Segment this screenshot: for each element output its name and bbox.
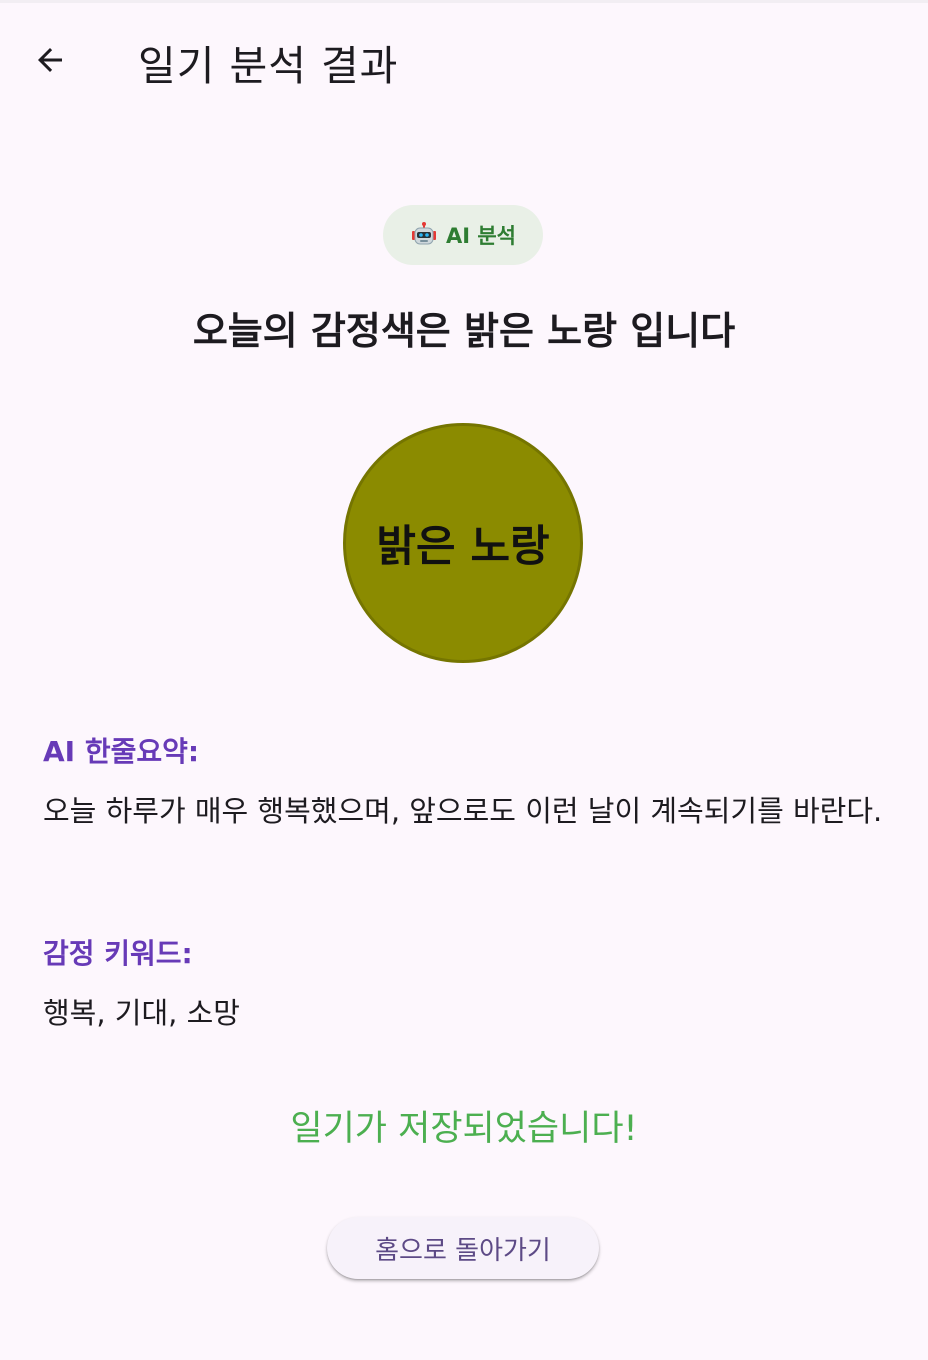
ai-analysis-chip: AI 분석: [383, 205, 543, 265]
keywords-title: 감정 키워드:: [43, 937, 193, 970]
keywords-text: 행복, 기대, 소망: [43, 996, 240, 1030]
chip-label: AI 분석: [445, 224, 517, 248]
back-button[interactable]: [20, 30, 80, 90]
saved-message: 일기가 저장되었습니다!: [290, 1109, 638, 1149]
arrow-left-icon: [38, 48, 62, 72]
emotion-color-circle: 밝은 노랑: [343, 423, 583, 663]
emotion-color-label: 밝은 노랑: [376, 522, 550, 572]
summary-text: 오늘 하루가 매우 행복했으며, 앞으로도 이런 날이 계속되기를 바란다.: [43, 794, 883, 828]
emotion-headline: 오늘의 감정색은 밝은 노랑 입니다: [192, 309, 736, 353]
app-bar: 일기 분석 결과: [0, 0, 928, 118]
diary-analysis-screen: 일기 분석 결과 AI 분석 오늘의 감정색은 밝은 노랑 입니다 밝은 노랑 …: [0, 0, 928, 1360]
robot-icon: [411, 222, 436, 245]
summary-title: AI 한줄요약:: [43, 735, 200, 768]
home-button[interactable]: 홈으로 돌아가기: [327, 1217, 599, 1279]
page-title: 일기 분석 결과: [138, 42, 399, 90]
